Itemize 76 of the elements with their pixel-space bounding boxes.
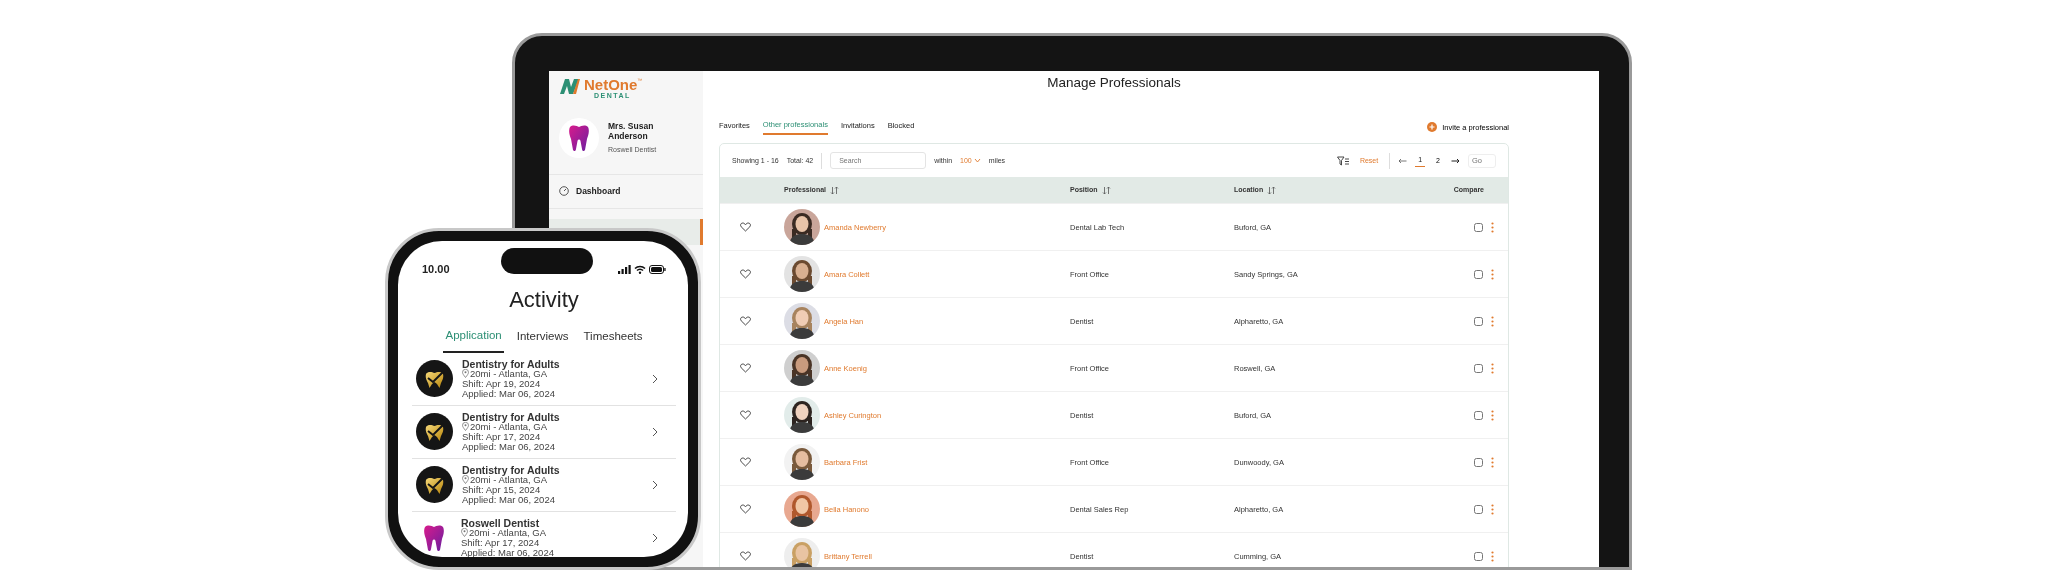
heart-icon[interactable]: [739, 504, 751, 515]
compare-checkbox[interactable]: [1474, 551, 1483, 561]
heart-icon[interactable]: [739, 222, 751, 233]
plus-icon: [1427, 122, 1438, 133]
clinic-logo-icon: [416, 466, 453, 504]
heart-icon[interactable]: [739, 551, 751, 562]
tab[interactable]: Timesheets: [581, 327, 645, 353]
heart-icon[interactable]: [739, 316, 751, 327]
more-icon[interactable]: [1491, 268, 1494, 280]
clinic-name: Dentistry for Adults: [462, 358, 561, 369]
tab[interactable]: Application: [443, 327, 504, 353]
more-icon[interactable]: [1491, 550, 1494, 562]
sort-icon[interactable]: [830, 185, 839, 195]
applied-date: Applied: Mar 06, 2024: [462, 388, 556, 399]
compare-checkbox[interactable]: [1474, 316, 1483, 326]
signal-icon: [618, 264, 631, 274]
tab[interactable]: Interviews: [514, 327, 571, 353]
sort-icon[interactable]: [1267, 185, 1277, 195]
profile-name: Mrs. Susan Anderson: [608, 120, 655, 141]
location-pin-icon: [461, 528, 468, 538]
compare-checkbox[interactable]: [1474, 222, 1483, 232]
location-pin-icon: [462, 422, 469, 432]
wifi-icon: [634, 264, 646, 274]
tooth-icon: [567, 124, 591, 152]
more-icon[interactable]: [1491, 503, 1494, 515]
list-item[interactable]: Dentistry for Adults 20mi - Atlanta, GA Shift: Apr 17, 2024 Applied: Mar 06, 2024: [412, 405, 676, 459]
shift-date: Shift: Apr 15, 2024: [462, 484, 542, 495]
filter-icon[interactable]: [1336, 155, 1349, 166]
compare-checkbox[interactable]: [1474, 363, 1483, 373]
clinic-logo-icon: [416, 413, 453, 451]
battery-icon: [649, 264, 666, 274]
heart-icon[interactable]: [739, 410, 751, 421]
logo-icon: [559, 77, 581, 95]
status-time: 10.00: [422, 261, 450, 277]
list-item[interactable]: Dentistry for Adults 20mi - Atlanta, GA Shift: Apr 15, 2024 Applied: Mar 06, 2024: [412, 458, 676, 512]
tooth-icon: [422, 523, 446, 552]
more-icon[interactable]: [1491, 221, 1494, 233]
compare-checkbox[interactable]: [1474, 269, 1483, 279]
dashboard-icon: [559, 186, 569, 197]
shift-date: Shift: Apr 19, 2024: [462, 378, 542, 389]
more-icon[interactable]: [1491, 362, 1494, 374]
list-item[interactable]: Dentistry for Adults 20mi - Atlanta, GA Shift: Apr 19, 2024 Applied: Mar 06, 2024: [412, 352, 676, 406]
heart-icon[interactable]: [739, 269, 751, 280]
more-icon[interactable]: [1491, 409, 1494, 421]
applied-date: Applied: Mar 06, 2024: [462, 441, 556, 452]
chevron-right-icon[interactable]: [652, 479, 658, 490]
compare-checkbox[interactable]: [1474, 410, 1483, 420]
clinic-name: Dentistry for Adults: [462, 464, 561, 475]
applied-date: Applied: Mar 06, 2024: [462, 494, 556, 505]
more-icon[interactable]: [1491, 315, 1494, 327]
location-pin-icon: [462, 475, 469, 485]
sort-icon[interactable]: [1101, 185, 1111, 195]
list-item[interactable]: Roswell Dentist 20mi - Atlanta, GA Shift: Apr 17, 2024 Applied: Mar 06, 2024: [412, 511, 676, 557]
chevron-right-icon[interactable]: [652, 426, 658, 437]
applied-date: Applied: Mar 06, 2024: [461, 547, 555, 557]
heart-icon[interactable]: [739, 363, 751, 374]
chevron-right-icon[interactable]: [652, 373, 658, 384]
heart-icon[interactable]: [739, 457, 751, 468]
arrow-right-icon[interactable]: [1451, 157, 1460, 164]
compare-checkbox[interactable]: [1474, 457, 1483, 467]
clinic-logo-icon: [416, 360, 453, 398]
shift-date: Shift: Apr 17, 2024: [462, 431, 542, 442]
clinic-name: Roswell Dentist: [461, 517, 541, 528]
nav-item[interactable]: Dashboard: [549, 174, 703, 209]
distance-text: 20mi - Atlanta, GA: [469, 527, 547, 538]
chevron-right-icon[interactable]: [652, 532, 658, 543]
arrow-left-icon[interactable]: [1398, 157, 1408, 164]
page-title: Manage Professionals: [1046, 75, 1182, 92]
location-pin-icon: [462, 369, 469, 379]
logo-text: NetOne: [584, 77, 638, 92]
more-icon[interactable]: [1491, 456, 1494, 468]
compare-checkbox[interactable]: [1474, 504, 1483, 514]
clinic-name: Dentistry for Adults: [462, 411, 561, 422]
shift-date: Shift: Apr 17, 2024: [461, 537, 541, 548]
screen-title: Activity: [508, 287, 580, 314]
caret-icon: [973, 158, 981, 164]
